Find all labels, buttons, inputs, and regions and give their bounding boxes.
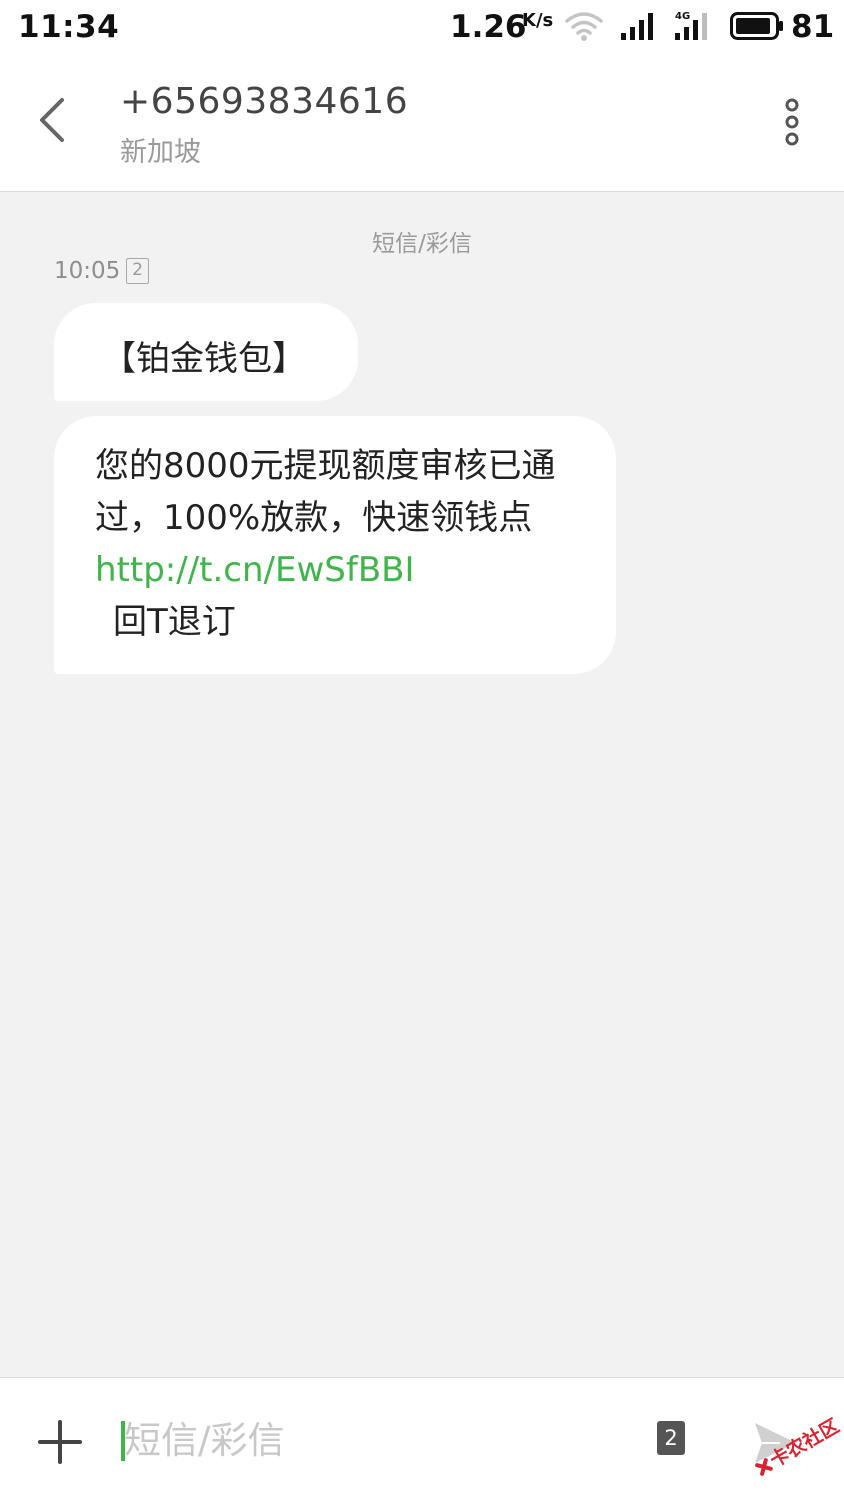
message-link[interactable]: http://t.cn/EwSfBBI [95, 550, 415, 590]
signal-strength-4g-icon: 4G [675, 11, 707, 40]
compose-bar: 2 [0, 1377, 844, 1500]
sms-conversation-screen: 11:34 1.26 K/s 4G 81 +65693834616 新加坡 短信… [0, 0, 844, 1500]
add-attachment-button[interactable] [36, 1418, 84, 1466]
sim-card-badge: 2 [126, 258, 149, 284]
message-text: 您的8000元提现额度审核已通过，100%放款，快速领钱点 [95, 446, 556, 538]
wifi-icon [565, 12, 603, 41]
message-input[interactable] [124, 1412, 604, 1468]
message-timestamp: 10:05 [54, 258, 121, 284]
battery-level: 81 [791, 9, 835, 45]
conversation-header: +65693834616 新加坡 [0, 56, 844, 192]
signal-strength-icon [621, 13, 653, 40]
contact-number: +65693834616 [120, 81, 409, 122]
message-bubble[interactable]: 您的8000元提现额度审核已通过，100%放款，快速领钱点 http://t.c… [54, 416, 616, 674]
watermark-text: 卡农社区 [766, 1414, 843, 1472]
network-speed: 1.26 [450, 9, 527, 45]
status-time: 11:34 [18, 9, 120, 45]
sim-select-button[interactable]: 2 [657, 1421, 685, 1455]
watermark-logo: 卡农社区 [755, 1414, 843, 1476]
more-options-icon[interactable] [772, 92, 812, 152]
message-bubble[interactable]: 【铂金钱包】 [54, 303, 358, 401]
unsubscribe-text: 回T退订 [113, 602, 236, 642]
network-speed-unit: K/s [522, 10, 554, 31]
contact-location: 新加坡 [120, 137, 201, 168]
battery-icon [730, 12, 783, 40]
message-text: 【铂金钱包】 [102, 339, 306, 379]
message-type-label: 短信/彩信 [372, 231, 472, 257]
back-button[interactable] [26, 90, 78, 150]
status-bar: 11:34 1.26 K/s 4G 81 [0, 0, 844, 56]
network-type-label: 4G [675, 11, 690, 22]
